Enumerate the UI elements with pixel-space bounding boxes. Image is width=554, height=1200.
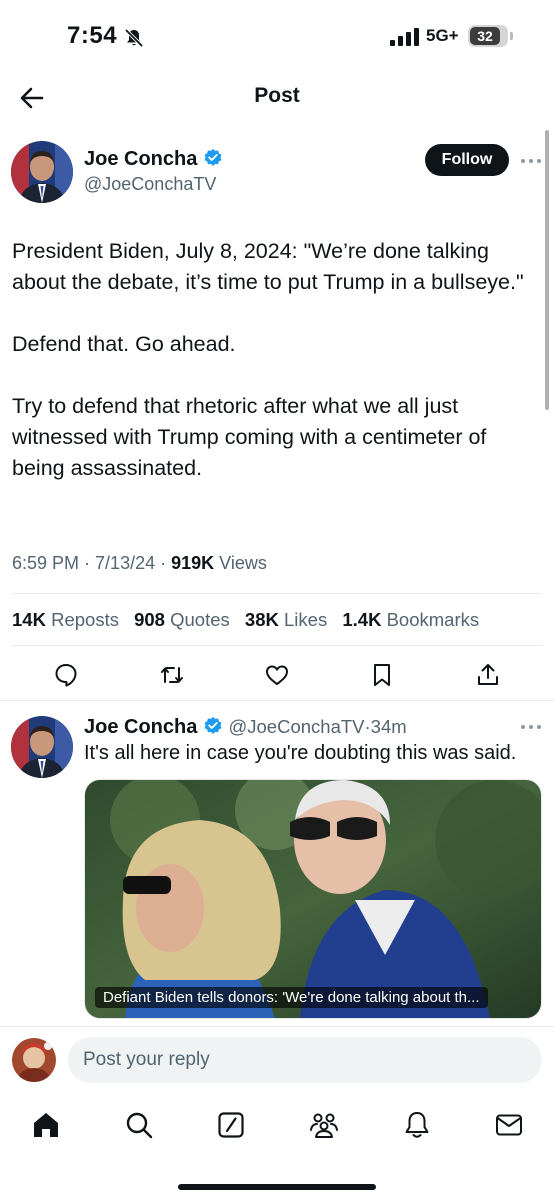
follow-button[interactable]: Follow xyxy=(425,144,509,176)
views-label: Views xyxy=(219,553,267,573)
media-caption: Defiant Biden tells donors: 'We're done … xyxy=(95,987,488,1008)
post-body: President Biden, July 8, 2024: "We’re do… xyxy=(12,236,542,484)
status-time: 7:54 xyxy=(67,22,118,49)
divider xyxy=(12,645,542,646)
notifications-icon[interactable] xyxy=(402,1110,432,1140)
top-header: Post xyxy=(0,68,554,126)
post-paragraph: Try to defend that rhetoric after what w… xyxy=(12,394,487,480)
share-icon[interactable] xyxy=(475,662,501,688)
reposts-stat[interactable]: 14K Reposts xyxy=(12,609,119,630)
author-handle[interactable]: @JoeConchaTV xyxy=(84,174,216,195)
author-name[interactable]: Joe Concha xyxy=(84,148,197,170)
home-indicator[interactable] xyxy=(178,1184,376,1190)
status-bar: 7:54 5G+ 32 xyxy=(0,0,554,68)
verified-badge-icon xyxy=(204,716,222,734)
more-horizontal-icon[interactable] xyxy=(519,722,543,732)
comment-icon[interactable] xyxy=(53,662,79,688)
media-image xyxy=(85,780,541,1018)
my-avatar[interactable] xyxy=(12,1038,56,1082)
post-stats: 14K Reposts 908 Quotes 38K Likes 1.4K Bo… xyxy=(12,609,489,631)
battery-nub xyxy=(510,32,513,40)
reply-input[interactable] xyxy=(68,1037,542,1083)
battery-icon: 32 xyxy=(468,25,508,47)
post-paragraph: Defend that. Go ahead. xyxy=(12,332,236,356)
scrollbar[interactable] xyxy=(545,130,549,410)
bookmark-icon[interactable] xyxy=(369,662,395,688)
views-count: 919K xyxy=(171,553,215,573)
author-name-wrap[interactable]: Joe Concha xyxy=(84,148,223,171)
reply-media-card[interactable]: Defiant Biden tells donors: 'We're done … xyxy=(84,779,542,1019)
reply-author-avatar[interactable] xyxy=(11,716,73,778)
reply-author-handle[interactable]: @JoeConchaTV xyxy=(228,716,364,737)
bell-off-icon xyxy=(124,28,144,48)
battery-level: 32 xyxy=(477,28,493,44)
repost-icon[interactable] xyxy=(159,662,185,688)
bookmarks-stat[interactable]: 1.4K Bookmarks xyxy=(342,609,479,630)
divider xyxy=(0,700,554,701)
page-title: Post xyxy=(254,84,300,107)
verified-badge-icon xyxy=(204,148,222,166)
search-icon[interactable] xyxy=(124,1110,154,1140)
messages-icon[interactable] xyxy=(494,1110,524,1140)
more-horizontal-icon[interactable] xyxy=(519,156,543,166)
author-avatar[interactable] xyxy=(11,141,73,203)
reply-author-name[interactable]: Joe Concha xyxy=(84,716,197,738)
divider xyxy=(12,593,542,594)
grok-icon[interactable] xyxy=(216,1110,246,1140)
divider xyxy=(0,1026,554,1027)
reply-age[interactable]: 34m xyxy=(371,716,407,737)
reply-text: It's all here in case you're doubting th… xyxy=(84,742,517,764)
post-time[interactable]: 6:59 PM xyxy=(12,553,79,573)
reply-header[interactable]: Joe Concha @JoeConchaTV·34m xyxy=(84,716,407,739)
communities-icon[interactable] xyxy=(309,1110,339,1140)
post-date[interactable]: 7/13/24 xyxy=(95,553,155,573)
home-icon[interactable] xyxy=(31,1110,61,1140)
likes-stat[interactable]: 38K Likes xyxy=(245,609,327,630)
signal-icon xyxy=(390,28,419,46)
heart-icon[interactable] xyxy=(264,662,290,688)
quotes-stat[interactable]: 908 Quotes xyxy=(134,609,230,630)
network-type: 5G+ xyxy=(426,26,459,45)
post-paragraph: President Biden, July 8, 2024: "We’re do… xyxy=(12,239,524,294)
post-meta: 6:59 PM · 7/13/24 · 919K Views xyxy=(12,553,267,573)
